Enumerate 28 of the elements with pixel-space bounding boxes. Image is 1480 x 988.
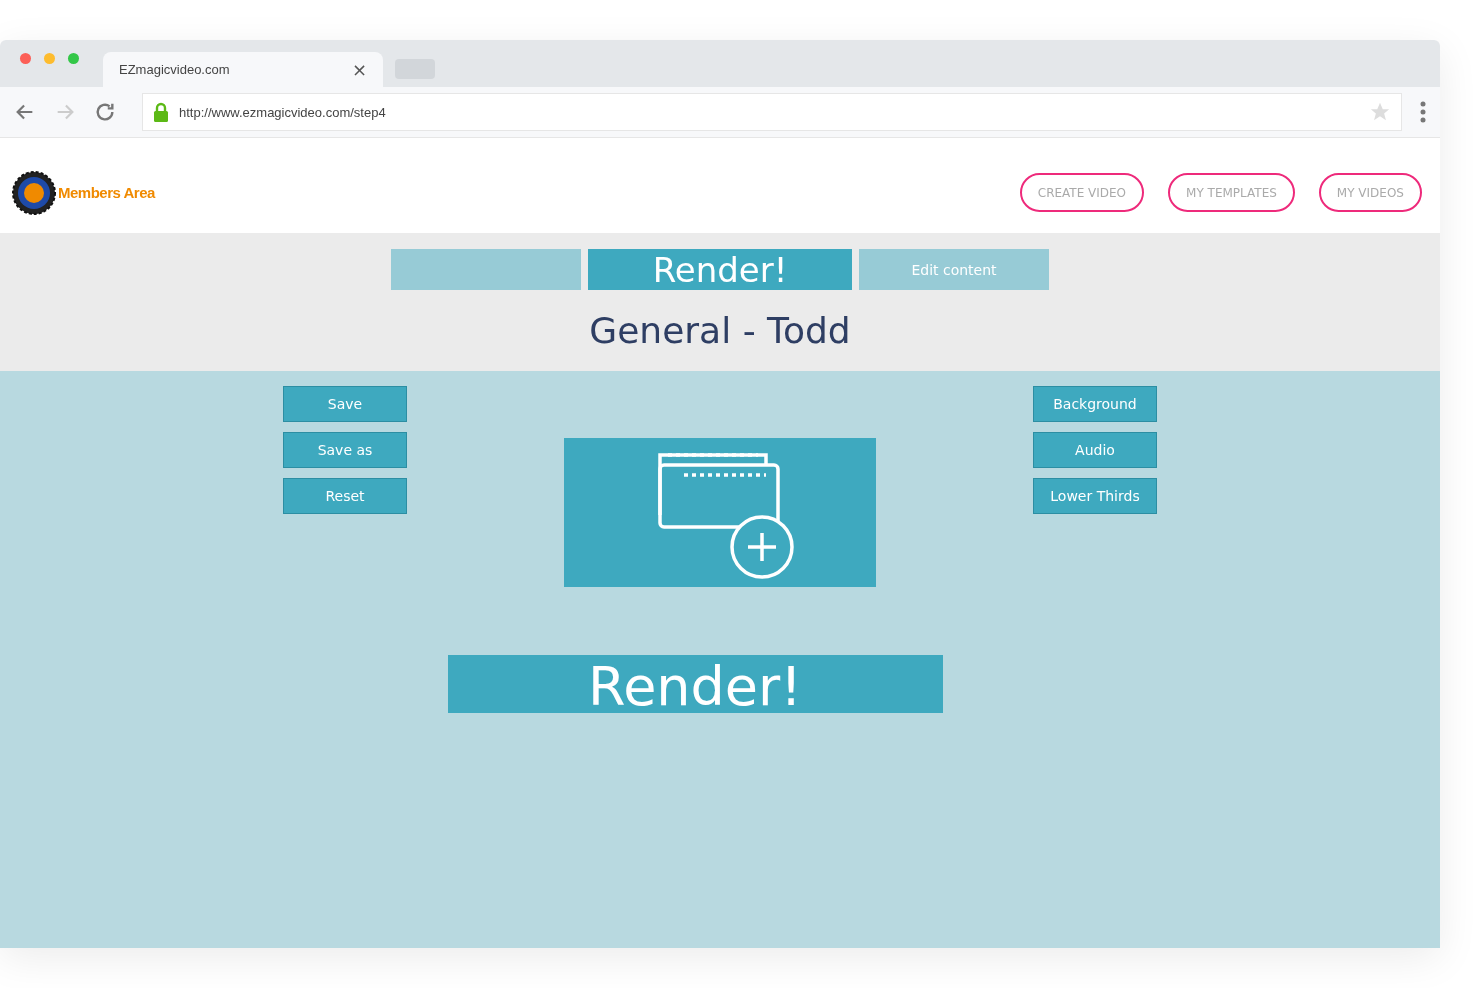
action-button[interactable]: Save as [283,432,407,468]
logo-icon [12,170,56,215]
minimize-dot [44,53,55,64]
action-button[interactable]: Background [1033,386,1157,422]
action-button[interactable]: Audio [1033,432,1157,468]
url-text: http://www.ezmagicvideo.com/step4 [179,104,387,120]
logo-text: Members Area [58,184,155,201]
address-bar[interactable]: http://www.ezmagicvideo.com/step4 [142,93,1402,131]
step-tab[interactable]: Edit content [859,249,1049,290]
lock-icon [153,102,169,122]
action-button[interactable]: Reset [283,478,407,514]
browser-tab[interactable]: EZmagicvideo.com × [103,52,383,87]
reload-icon[interactable] [94,101,116,123]
render-button[interactable]: Render! [447,655,943,713]
step-tab[interactable]: Render! [588,249,852,290]
nav-button[interactable]: MY VIDEOS [1318,173,1422,212]
action-button[interactable]: Lower Thirds [1033,478,1157,514]
close-tab-button[interactable]: × [351,59,367,80]
add-media-button[interactable] [564,438,876,587]
tab-title: EZmagicvideo.com [119,62,230,77]
page-title: General - Todd [589,310,851,351]
action-button[interactable]: Save [283,386,407,422]
nav-button[interactable]: MY TEMPLATES [1168,173,1295,212]
menu-icon[interactable] [1420,101,1426,123]
close-dot [20,53,31,64]
star-icon[interactable] [1369,101,1391,123]
maximize-dot [68,53,79,64]
nav-button[interactable]: CREATE VIDEO [1019,173,1145,212]
